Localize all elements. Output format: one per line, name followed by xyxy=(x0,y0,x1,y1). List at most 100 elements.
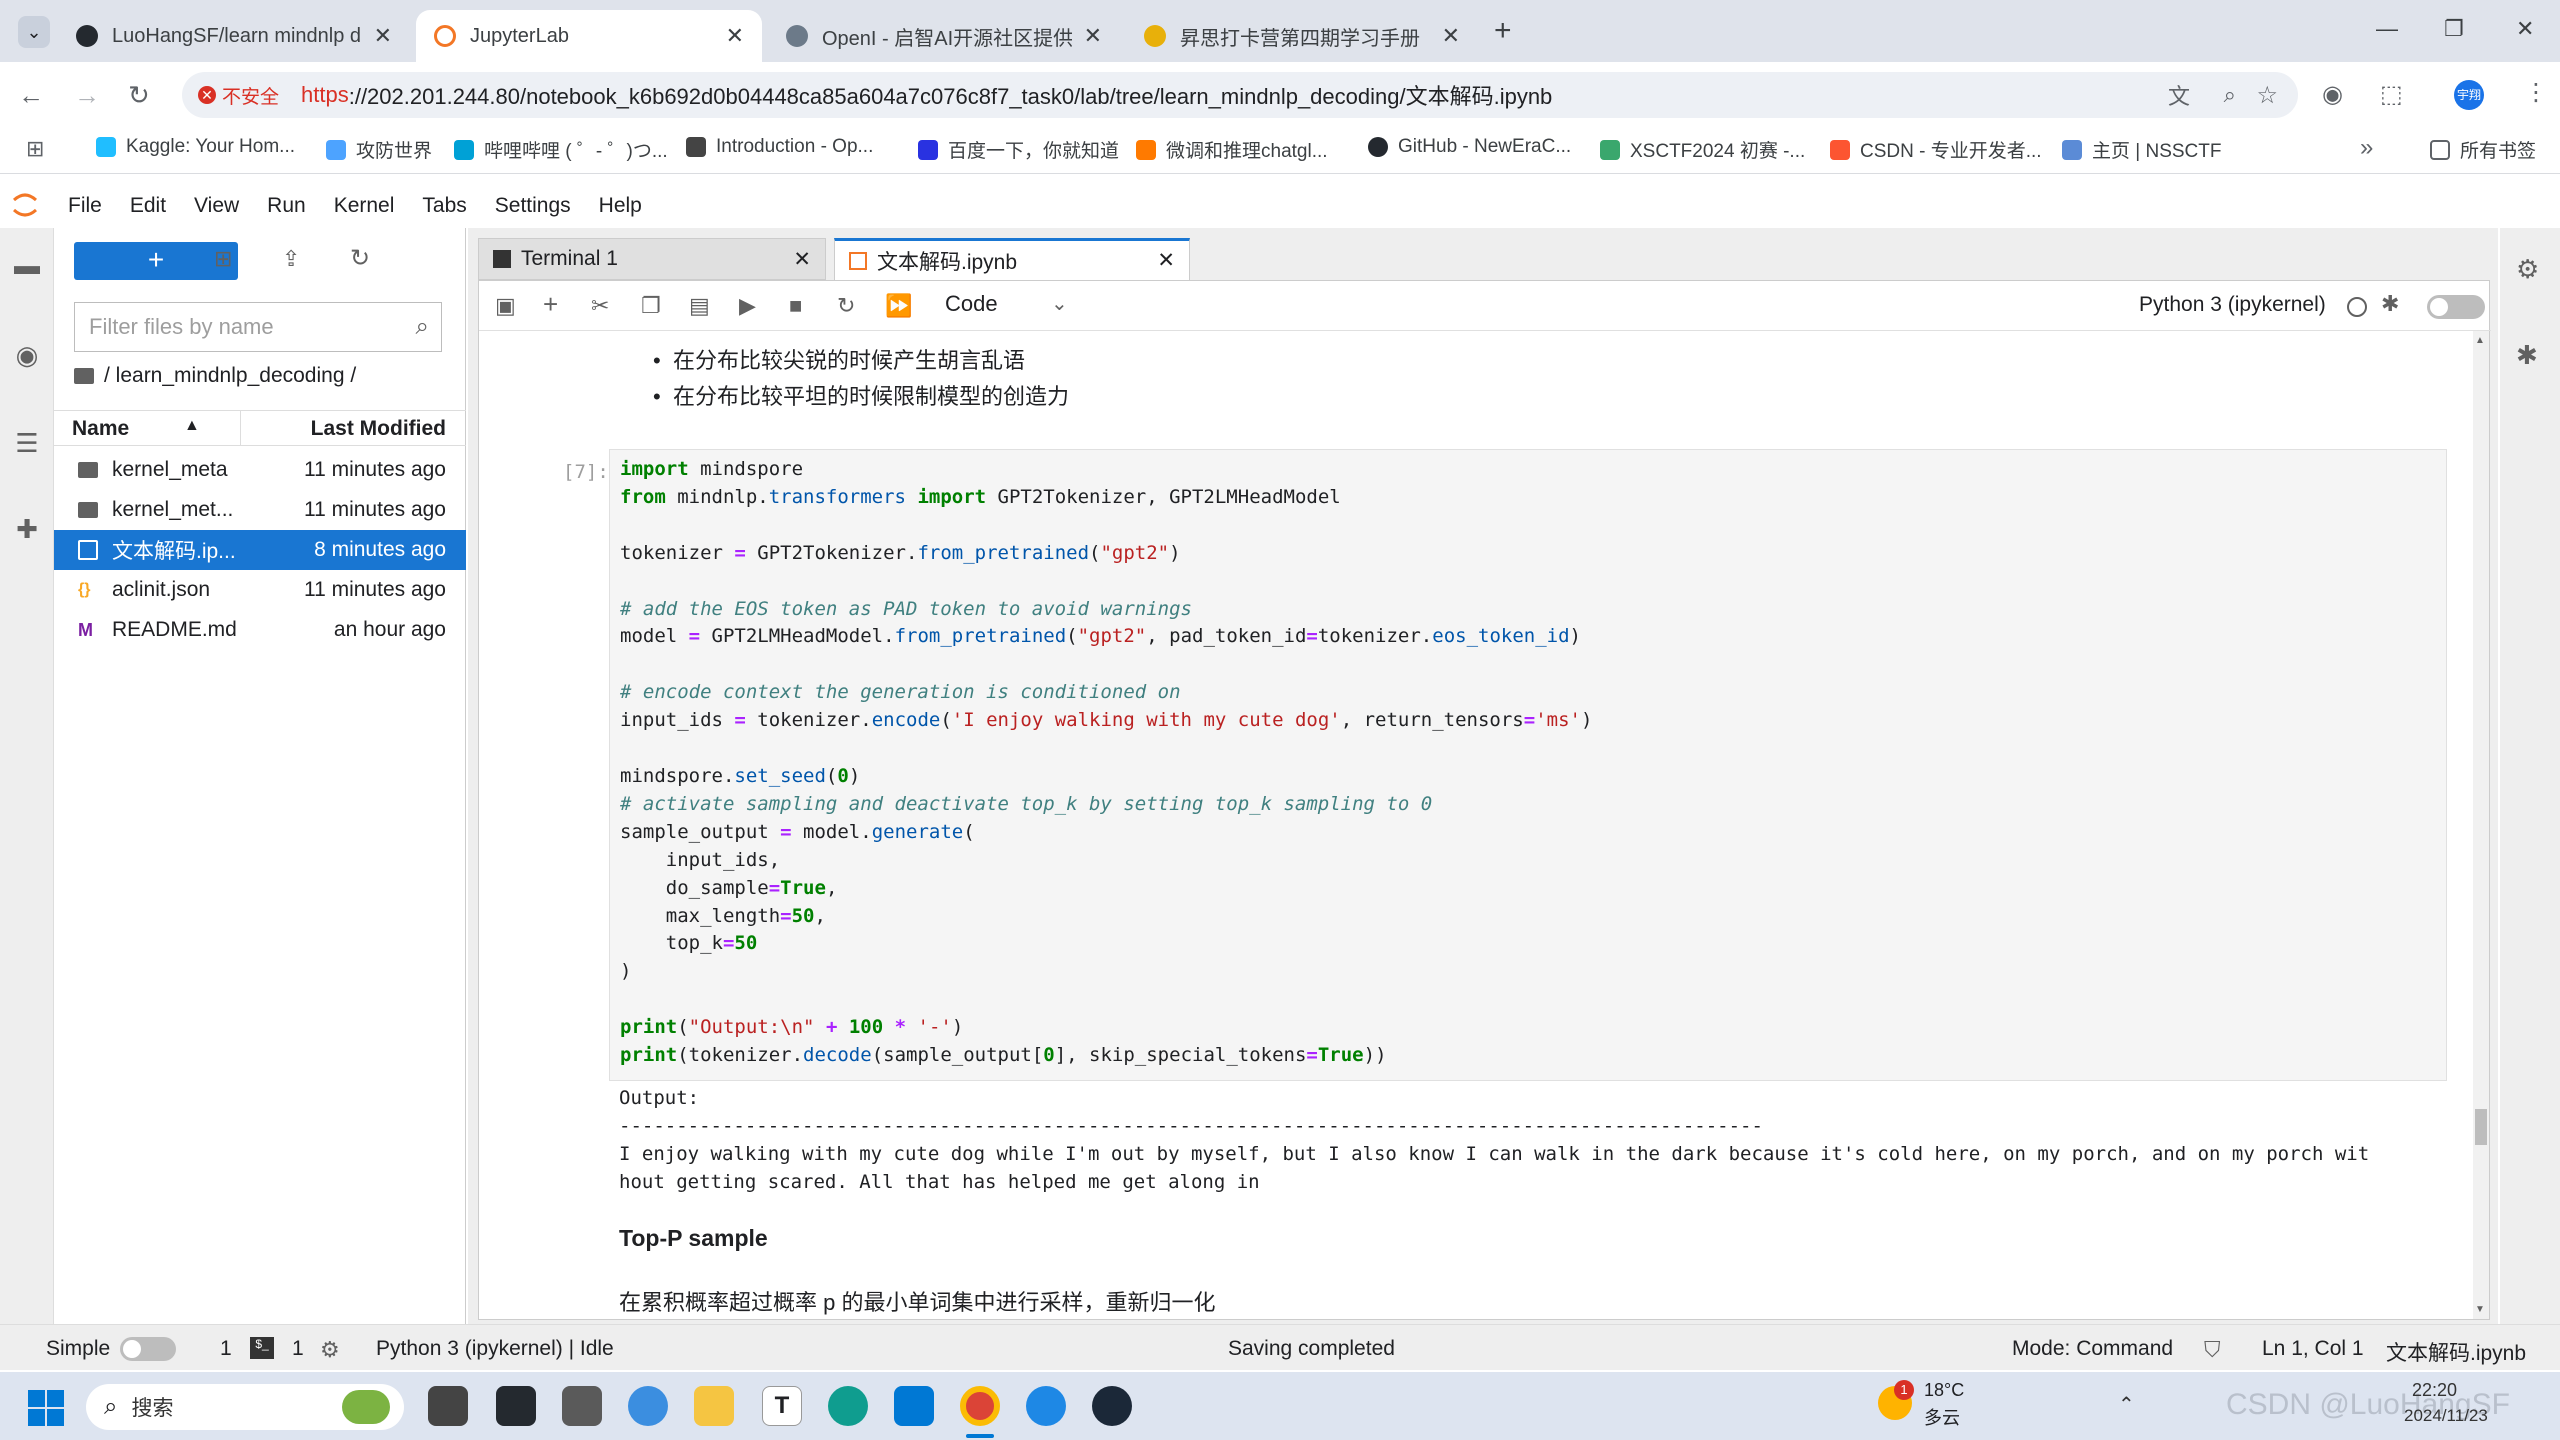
close-tab-icon[interactable]: ✕ xyxy=(793,247,811,272)
restart-icon[interactable]: ↻ xyxy=(837,293,855,319)
minimize-button[interactable]: — xyxy=(2376,16,2398,42)
chrome-icon[interactable] xyxy=(960,1386,1000,1426)
reload-icon[interactable]: ↻ xyxy=(128,80,150,111)
close-tab-icon[interactable]: ✕ xyxy=(1157,248,1175,273)
back-arrow-icon[interactable]: ← xyxy=(18,80,44,111)
bookmark-xsctf[interactable]: XSCTF2024 初赛 -... xyxy=(1600,136,1805,163)
zoom-icon[interactable]: ⌕ xyxy=(2224,82,2236,108)
code-cell-editor[interactable]: import mindspore from mindnlp.transforme… xyxy=(609,449,2447,1081)
cursor-position[interactable]: Ln 1, Col 1 xyxy=(2262,1337,2364,1361)
file-row-kernel-meta-2[interactable]: kernel_met... 11 minutes ago xyxy=(54,490,466,530)
extension-icon[interactable]: ◉ xyxy=(2322,80,2343,109)
refresh-icon[interactable]: ↻ xyxy=(350,244,370,273)
file-browser-icon[interactable]: ▬ xyxy=(12,250,42,280)
new-tab-button[interactable]: + xyxy=(1494,14,1512,48)
menu-help[interactable]: Help xyxy=(599,194,642,218)
upload-icon[interactable]: ⇪ xyxy=(282,246,300,272)
apps-grid-icon[interactable]: ⊞ xyxy=(26,136,44,162)
close-tab-icon[interactable]: ✕ xyxy=(1442,23,1460,49)
forward-arrow-icon[interactable]: → xyxy=(74,80,100,111)
breadcrumb[interactable]: / learn_mindnlp_decoding / xyxy=(74,364,356,388)
stop-icon[interactable]: ■ xyxy=(789,293,802,319)
modified-column-header[interactable]: Last Modified xyxy=(311,417,446,441)
kernel-status[interactable]: Python 3 (ipykernel) | Idle xyxy=(376,1337,614,1361)
bookmark-nssctf[interactable]: 主页 | NSSCTF xyxy=(2062,136,2222,163)
chevron-up-icon[interactable]: ⌃ xyxy=(2118,1392,2135,1417)
file-row-aclinit[interactable]: {} aclinit.json 11 minutes ago xyxy=(54,570,466,610)
extension-manager-icon[interactable]: ✚ xyxy=(12,514,42,544)
insert-cell-icon[interactable]: + xyxy=(543,289,558,320)
copy-icon[interactable]: ❐ xyxy=(641,293,661,319)
debugger-toggle[interactable] xyxy=(2427,295,2485,319)
paste-icon[interactable]: ▤ xyxy=(689,293,710,319)
bookmark-bilibili[interactable]: 哔哩哔哩 ( ゜- ゜)つ... xyxy=(454,136,668,163)
menu-settings[interactable]: Settings xyxy=(495,194,571,218)
close-tab-icon[interactable]: ✕ xyxy=(1084,23,1102,49)
bookmark-star-icon[interactable]: ☆ xyxy=(2256,81,2278,110)
kernel-name[interactable]: Python 3 (ipykernel) xyxy=(2139,293,2326,317)
scroll-thumb[interactable] xyxy=(2475,1109,2487,1145)
property-inspector-icon[interactable]: ⚙ xyxy=(2516,254,2539,285)
browser-tab-openi[interactable]: OpenI - 启智AI开源社区提供普 ✕ xyxy=(768,10,1120,62)
run-icon[interactable]: ▶ xyxy=(739,293,756,319)
terminal-icon[interactable]: $_ xyxy=(250,1337,274,1359)
menu-edit[interactable]: Edit xyxy=(130,194,166,218)
running-terminals-icon[interactable]: ◉ xyxy=(12,340,42,370)
windows-start-icon[interactable] xyxy=(28,1390,64,1426)
github-desktop-icon[interactable] xyxy=(496,1386,536,1426)
tab-search-button[interactable]: ⌄ xyxy=(18,16,50,48)
kernel-chip-icon[interactable]: ⚙ xyxy=(320,1337,340,1363)
trusted-shield-icon[interactable]: ⛉ xyxy=(2204,1337,2221,1363)
qq-icon[interactable] xyxy=(628,1386,668,1426)
omnibox[interactable]: ✕ 不安全 https ://202.201.244.80/notebook_k… xyxy=(182,72,2298,118)
cell-type-select[interactable]: Code xyxy=(945,291,998,317)
all-bookmarks-button[interactable]: 所有书签 xyxy=(2430,136,2536,163)
clock-time[interactable]: 22:20 xyxy=(2412,1380,2457,1401)
tab-terminal[interactable]: Terminal 1 ✕ xyxy=(478,238,826,280)
file-row-kernel-meta[interactable]: kernel_meta 11 minutes ago xyxy=(54,450,466,490)
save-icon[interactable]: ▣ xyxy=(495,293,516,319)
file-explorer-icon[interactable] xyxy=(694,1386,734,1426)
table-of-contents-icon[interactable]: ☰ xyxy=(12,428,42,458)
more-bookmarks-button[interactable]: » xyxy=(2360,134,2373,162)
browser-tab-github[interactable]: LuoHangSF/learn mindnlp d ✕ xyxy=(58,10,410,62)
name-column-header[interactable]: Name xyxy=(72,417,129,441)
menu-tabs[interactable]: Tabs xyxy=(422,194,466,218)
app-icon[interactable] xyxy=(1026,1386,1066,1426)
browser-tab-jupyterlab[interactable]: JupyterLab ✕ xyxy=(416,10,762,62)
new-folder-icon[interactable]: ⊞ xyxy=(214,246,232,272)
task-view-icon[interactable] xyxy=(428,1386,468,1426)
debugger-bug-icon[interactable]: ✱ xyxy=(2516,340,2538,371)
edge-icon[interactable] xyxy=(828,1386,868,1426)
close-window-button[interactable]: ✕ xyxy=(2516,16,2534,42)
filter-files-input[interactable]: Filter files by name ⌕ xyxy=(74,302,442,352)
typora-icon[interactable]: T xyxy=(762,1386,802,1426)
run-all-icon[interactable]: ⏩ xyxy=(885,293,912,319)
bookmark-openai[interactable]: Introduction - Op... xyxy=(686,136,873,158)
bookmark-kaggle[interactable]: Kaggle: Your Hom... xyxy=(96,136,295,158)
notebook-scrollbar[interactable]: ▲ ▼ xyxy=(2473,331,2489,1319)
menu-kernel[interactable]: Kernel xyxy=(334,194,395,218)
translate-icon[interactable]: 文 xyxy=(2168,79,2190,111)
steam-icon[interactable] xyxy=(1092,1386,1132,1426)
bookmark-gongfang[interactable]: 攻防世界 xyxy=(326,136,432,163)
close-tab-icon[interactable]: ✕ xyxy=(726,23,744,49)
close-tab-icon[interactable]: ✕ xyxy=(374,23,392,49)
file-row-notebook[interactable]: 文本解码.ip... 8 minutes ago xyxy=(54,530,466,570)
bookmark-chatglm[interactable]: 微调和推理chatgl... xyxy=(1136,136,1328,163)
file-row-readme[interactable]: M README.md an hour ago xyxy=(54,610,466,650)
menu-file[interactable]: File xyxy=(68,194,102,218)
maximize-button[interactable]: ❐ xyxy=(2444,16,2464,42)
app-icon[interactable] xyxy=(562,1386,602,1426)
simple-mode-toggle[interactable] xyxy=(120,1337,176,1361)
tab-notebook[interactable]: 文本解码.ipynb ✕ xyxy=(834,238,1190,280)
bookmark-github[interactable]: GitHub - NewEraC... xyxy=(1368,136,1571,158)
debugger-icon[interactable]: ✱ xyxy=(2381,291,2399,317)
menu-run[interactable]: Run xyxy=(267,194,306,218)
vscode-icon[interactable] xyxy=(894,1386,934,1426)
profile-avatar[interactable]: 宇翔 xyxy=(2454,80,2484,110)
cut-icon[interactable]: ✂ xyxy=(591,293,609,319)
clock-date[interactable]: 2024/11/23 xyxy=(2404,1406,2488,1426)
bookmark-csdn[interactable]: CSDN - 专业开发者... xyxy=(1830,136,2042,163)
taskbar-search-box[interactable]: ⌕ 搜索 xyxy=(86,1384,404,1430)
